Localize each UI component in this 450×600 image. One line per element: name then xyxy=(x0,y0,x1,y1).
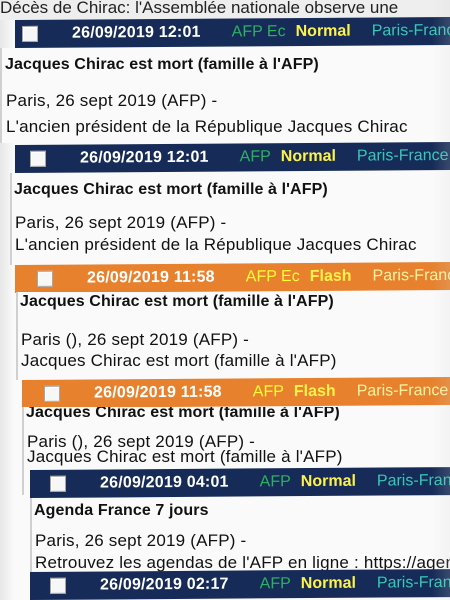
dispatch-dateline: Paris, 26 sept 2019 (AFP) - xyxy=(6,91,218,110)
dispatch-datetime: 26/09/2019 11:58 xyxy=(87,268,215,287)
dispatch-priority: Flash xyxy=(309,267,352,285)
select-checkbox[interactable] xyxy=(30,150,46,167)
dispatch-summary: L'ancien président de la République Jacq… xyxy=(15,235,417,254)
dispatch-card[interactable]: Jacques Chirac est mort (famille à l'AFP… xyxy=(0,48,450,143)
dispatch-priority: Flash xyxy=(293,382,336,401)
select-checkbox[interactable] xyxy=(50,475,66,492)
dispatch-header[interactable]: 26/09/2019 02:17 AFP Normal Paris-France xyxy=(30,568,450,600)
dispatch-header[interactable]: 26/09/2019 12:01 AFP Ec Normal Paris-Fra… xyxy=(15,16,450,48)
dispatch-priority: Normal xyxy=(300,574,356,593)
dispatch-title: Jacques Chirac est mort (famille à l'AFP… xyxy=(14,181,328,198)
dispatch-datetime: 26/09/2019 11:58 xyxy=(94,383,222,402)
dispatch-source: AFP xyxy=(239,148,271,166)
dispatch-location: Paris-France xyxy=(356,146,449,165)
dispatch-card[interactable]: Agenda France 7 jours Paris, 26 sept 201… xyxy=(30,498,450,572)
select-checkbox[interactable] xyxy=(22,25,38,42)
dispatch-location: Paris-France xyxy=(356,382,449,400)
dispatch-dateline: Paris, 26 sept 2019 (AFP) - xyxy=(15,213,227,232)
dispatch-summary: Jacques Chirac est mort (famille à l'AFP… xyxy=(21,351,337,370)
dispatch-location: Paris-France xyxy=(371,21,450,40)
dispatch-datetime: 26/09/2019 02:17 xyxy=(100,575,229,594)
dispatch-source: AFP xyxy=(252,383,284,401)
dispatch-location: Paris-France xyxy=(372,266,450,285)
dispatch-title: Jacques Chirac est mort (famille à l'AFP… xyxy=(5,56,319,73)
dispatch-source: AFP xyxy=(259,473,291,491)
dispatch-datetime: 26/09/2019 12:01 xyxy=(72,23,201,42)
dispatch-dateline: Paris (), 26 sept 2019 (AFP) - xyxy=(21,330,250,349)
dispatch-header[interactable]: 26/09/2019 11:58 AFP Ec Flash Paris-Fran… xyxy=(15,261,450,293)
dispatch-card[interactable]: Jacques Chirac est mort (famille à l'AFP… xyxy=(16,292,450,380)
dispatch-header[interactable]: 26/09/2019 12:01 AFP Normal Paris-France xyxy=(15,141,450,173)
dispatch-card[interactable]: Jacques Chirac est mort (famille à l'AFP… xyxy=(10,173,450,265)
dispatch-title: Agenda France 7 jours xyxy=(34,502,209,519)
dispatch-title: Jacques Chirac est mort (famille à l'AFP… xyxy=(26,407,340,421)
dispatch-title: Jacques Chirac est mort (famille à l'AFP… xyxy=(20,293,334,310)
dispatch-location: Paris-France xyxy=(376,471,450,490)
dispatch-datetime: 26/09/2019 04:01 xyxy=(100,473,229,492)
select-checkbox[interactable] xyxy=(44,385,60,402)
dispatch-priority: Normal xyxy=(300,472,356,491)
dispatch-header[interactable]: 26/09/2019 11:58 AFP Flash Paris-France xyxy=(22,376,450,408)
dispatch-header[interactable]: 26/09/2019 04:01 AFP Normal Paris-France xyxy=(30,466,450,498)
dispatch-summary: L'ancien président de la République Jacq… xyxy=(6,117,408,136)
afp-dispatch-screen: Décès de Chirac: l'Assemblée nationale o… xyxy=(0,0,450,600)
dispatch-summary: Jacques Chirac est mort (famille à l'AFP… xyxy=(27,447,343,466)
dispatch-dateline: Paris, 26 sept 2019 (AFP) - xyxy=(35,531,247,550)
dispatch-priority: Normal xyxy=(295,22,351,41)
select-checkbox[interactable] xyxy=(37,270,53,287)
dispatch-location: Paris-France xyxy=(376,573,450,592)
dispatch-source: AFP xyxy=(259,575,291,593)
select-checkbox[interactable] xyxy=(50,577,66,594)
dispatch-priority: Normal xyxy=(280,147,336,166)
dispatch-datetime: 26/09/2019 12:01 xyxy=(80,148,209,167)
dispatch-source: AFP Ec xyxy=(245,268,300,286)
dispatch-source: AFP Ec xyxy=(231,23,286,41)
